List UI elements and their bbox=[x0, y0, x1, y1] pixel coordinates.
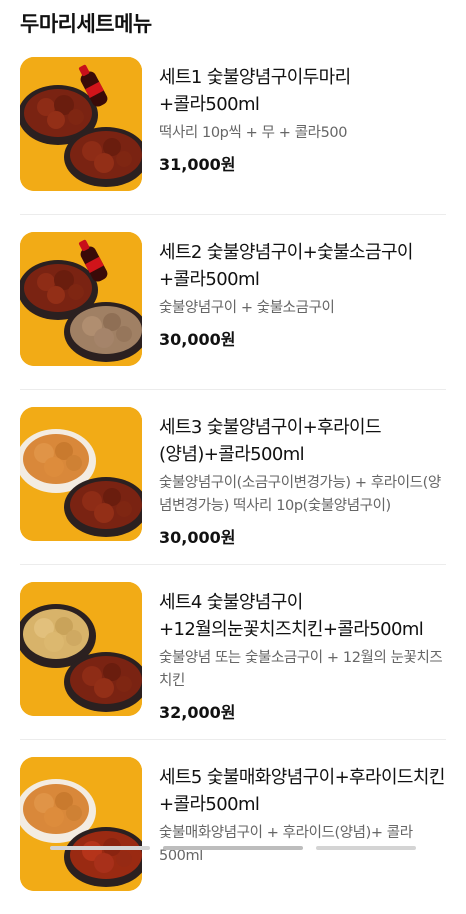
menu-item-description: 숯불양념구이 + 숯불소금구이 bbox=[159, 300, 335, 316]
menu-item-name: 세트1 숯불양념구이두마리+콜라500ml bbox=[159, 67, 351, 115]
menu-item-image bbox=[20, 57, 142, 191]
menu-item[interactable]: 세트1 숯불양념구이두마리+콜라500ml 떡사리 10p씩 + 무 + 콜라5… bbox=[20, 40, 446, 215]
section-title: 두마리세트메뉴 bbox=[20, 12, 152, 36]
menu-item-name: 세트2 숯불양념구이+숯불소금구이+콜라500ml bbox=[159, 242, 414, 290]
menu-item-description: 숯불양념구이(소금구이변경가능) + 후라이드(양념변경가능) 떡사리 10p(… bbox=[159, 475, 441, 514]
menu-item[interactable]: 세트2 숯불양념구이+숯불소금구이+콜라500ml 숯불양념구이 + 숯불소금구… bbox=[20, 215, 446, 390]
nav-gesture-bar-right bbox=[316, 846, 416, 850]
menu-item-name: 세트4 숯불양념구이+12월의눈꽃치즈치킨+콜라500ml bbox=[159, 592, 424, 640]
menu-item-price: 31,000원 bbox=[159, 155, 236, 174]
menu-item-description: 숯불매화양념구이 + 후라이드(양념)+ 콜라500ml bbox=[159, 825, 413, 864]
menu-item-image bbox=[20, 582, 142, 716]
menu-item-price: 32,000원 bbox=[159, 703, 236, 722]
menu-item[interactable]: 세트3 숯불양념구이+후라이드(양념)+콜라500ml 숯불양념구이(소금구이변… bbox=[20, 390, 446, 565]
menu-item[interactable]: 세트5 숯불매화양념구이+후라이드치킨+콜라500ml 숯불매화양념구이 + 후… bbox=[20, 740, 446, 914]
menu-item-image bbox=[20, 232, 142, 366]
menu-item-name: 세트5 숯불매화양념구이+후라이드치킨+콜라500ml bbox=[159, 767, 445, 815]
menu-item-price: 30,000원 bbox=[159, 528, 236, 547]
menu-list: 세트1 숯불양념구이두마리+콜라500ml 떡사리 10p씩 + 무 + 콜라5… bbox=[0, 40, 466, 914]
home-gesture-bar[interactable] bbox=[163, 846, 303, 850]
menu-item-price: 30,000원 bbox=[159, 330, 236, 349]
nav-gesture-bar-left bbox=[50, 846, 150, 850]
menu-item-description: 떡사리 10p씩 + 무 + 콜라500 bbox=[159, 125, 348, 141]
menu-item-image bbox=[20, 407, 142, 541]
menu-item-description: 숯불양념 또는 숯불소금구이 + 12월의 눈꽃치즈치킨 bbox=[159, 650, 443, 689]
menu-item[interactable]: 세트4 숯불양념구이+12월의눈꽃치즈치킨+콜라500ml 숯불양념 또는 숯불… bbox=[20, 565, 446, 740]
menu-item-image bbox=[20, 757, 142, 891]
menu-item-name: 세트3 숯불양념구이+후라이드(양념)+콜라500ml bbox=[159, 417, 382, 465]
